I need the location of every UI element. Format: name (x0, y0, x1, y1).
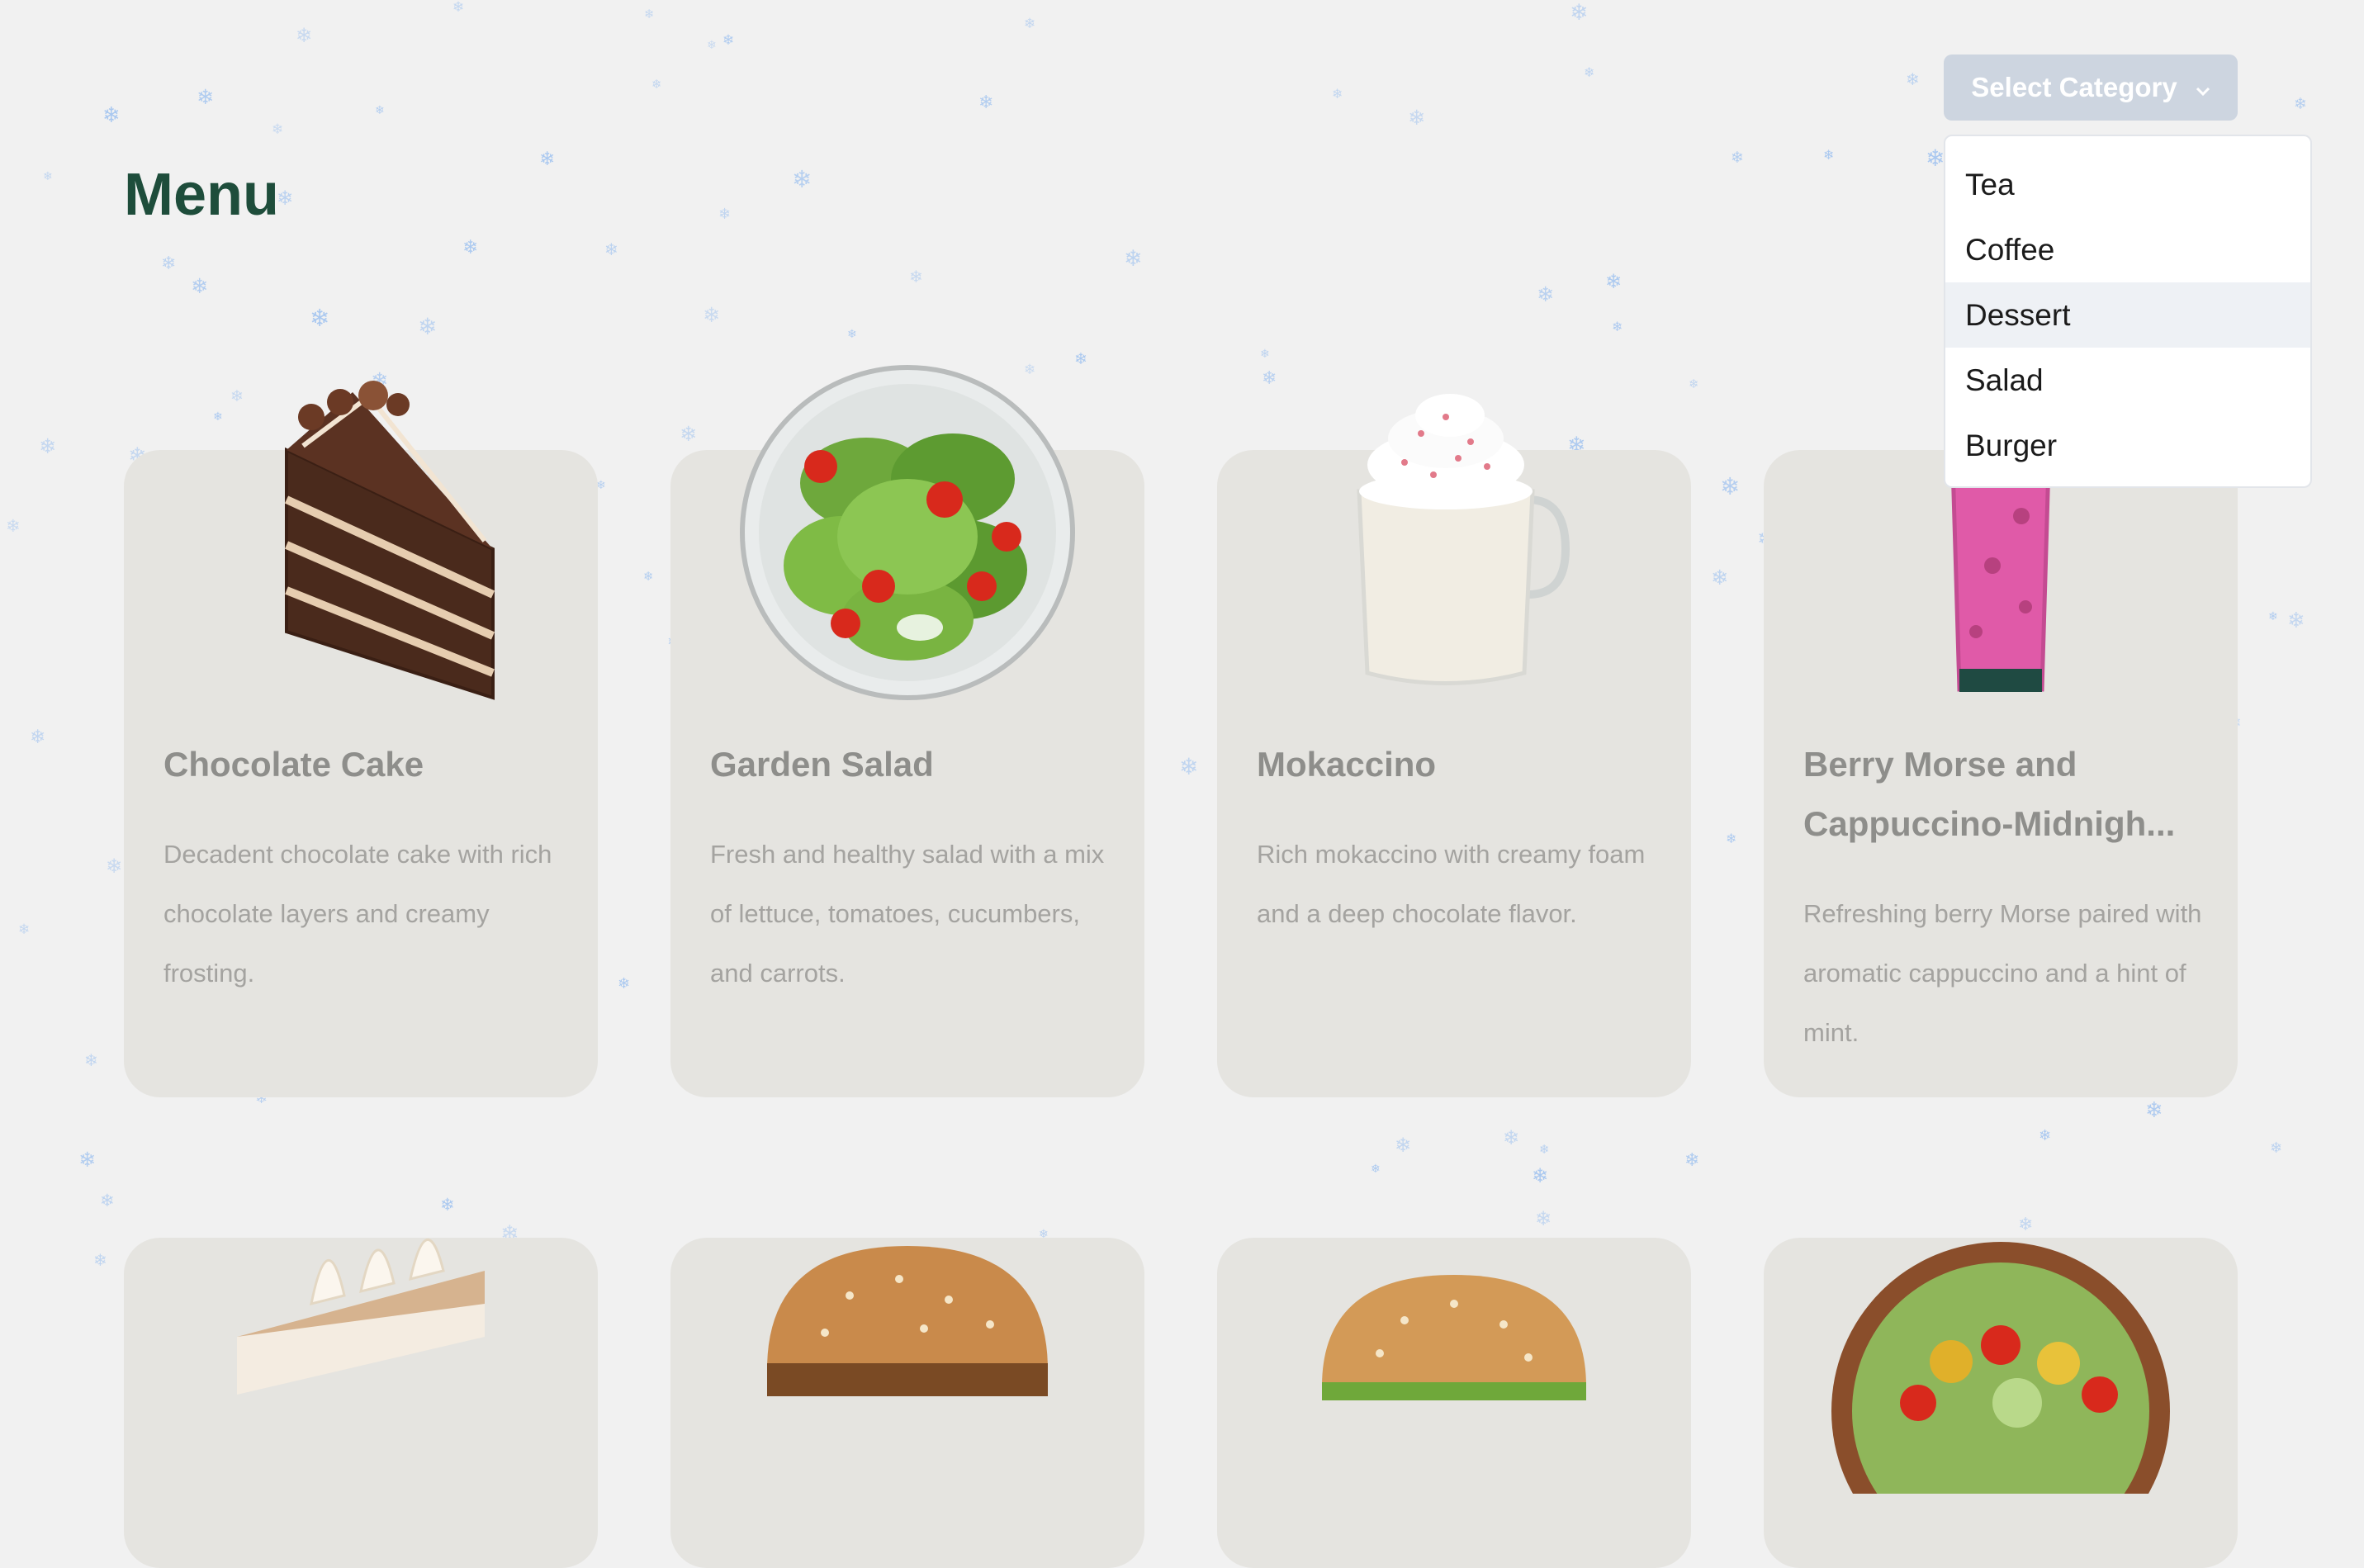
snowflake-icon: ❄ (1823, 147, 1835, 163)
snowflake-icon: ❄ (1537, 282, 1554, 306)
snowflake-icon: ❄ (703, 303, 720, 327)
category-option-dessert[interactable]: Dessert (1945, 282, 2310, 348)
menu-card-garden-salad[interactable]: Garden Salad Fresh and healthy salad wit… (670, 365, 1144, 1097)
snowflake-icon: ❄ (718, 206, 732, 223)
menu-card-mokaccino[interactable]: Mokaccino Rich mokaccino with creamy foa… (1217, 394, 1691, 1097)
snowflake-icon: ❄ (1689, 377, 1699, 391)
snowflake-icon: ❄ (1260, 348, 1270, 361)
snowflake-icon: ❄ (1711, 566, 1728, 590)
snowflake-icon: ❄ (84, 1050, 98, 1070)
snowflake-icon: ❄ (310, 304, 330, 332)
menu-card[interactable] (124, 1238, 598, 1568)
snowflake-icon: ❄ (604, 239, 618, 259)
snowflake-icon: ❄ (100, 1191, 115, 1210)
snowflake-icon: ❄ (1684, 1150, 1700, 1171)
snowflake-icon: ❄ (1926, 144, 1945, 172)
category-option-salad[interactable]: Salad (1945, 348, 2310, 413)
snowflake-icon: ❄ (2145, 1098, 2163, 1123)
snowflake-icon: ❄ (6, 516, 21, 536)
menu-item-description: Decadent chocolate cake with rich chocol… (163, 840, 552, 988)
chevron-down-icon (2196, 72, 2210, 103)
menu-item-description: Rich mokaccino with creamy foam and a de… (1257, 840, 1646, 928)
snowflake-icon: ❄ (909, 267, 923, 287)
snowflake-icon: ❄ (1503, 1126, 1520, 1149)
snowflake-icon: ❄ (452, 0, 465, 16)
snowflake-icon: ❄ (1179, 753, 1199, 780)
snowflake-icon: ❄ (43, 170, 53, 183)
snowflake-icon: ❄ (1024, 16, 1036, 32)
snowflake-icon: ❄ (1262, 368, 1277, 389)
snowflake-icon: ❄ (847, 328, 857, 341)
snowflake-icon: ❄ (1605, 270, 1623, 293)
garden-salad-image (734, 359, 1081, 706)
snowflake-icon: ❄ (1584, 64, 1595, 80)
snowflake-icon: ❄ (978, 92, 994, 113)
snowflake-icon: ❄ (1408, 106, 1425, 130)
snowflake-icon: ❄ (93, 1250, 107, 1270)
snowflake-icon: ❄ (106, 855, 123, 878)
snowflake-icon: ❄ (39, 434, 56, 458)
menu-card[interactable] (670, 1238, 1144, 1568)
snowflake-icon: ❄ (277, 187, 294, 210)
snowflake-icon: ❄ (1720, 472, 1741, 500)
category-option-coffee[interactable]: Coffee (1945, 217, 2310, 282)
snowflake-icon: ❄ (1906, 69, 1920, 89)
snowflake-icon: ❄ (418, 313, 438, 340)
salad-bowl-image (1827, 1147, 2174, 1494)
mokaccino-image (1281, 359, 1627, 706)
snowflake-icon: ❄ (1124, 246, 1143, 272)
menu-card-berry-morse[interactable]: Berry Morse and Cappuccino-Midnigh... Re… (1764, 406, 2238, 1097)
snowflake-icon: ❄ (2294, 95, 2307, 113)
snowflake-icon: ❄ (161, 253, 177, 274)
menu-card-chocolate-cake[interactable]: Chocolate Cake Decadent chocolate cake w… (124, 381, 598, 1097)
snowflake-icon: ❄ (651, 77, 662, 92)
snowflake-icon: ❄ (2268, 610, 2278, 623)
snowflake-icon: ❄ (1731, 149, 1744, 167)
menu-card[interactable] (1764, 1238, 2238, 1568)
select-category-button[interactable]: Select Category (1944, 54, 2238, 121)
menu-item-description: Refreshing berry Morse paired with aroma… (1803, 899, 2202, 1047)
meringue-cake-image (187, 1147, 534, 1494)
snowflake-icon: ❄ (375, 104, 385, 117)
snowflake-icon: ❄ (1570, 0, 1589, 26)
menu-card[interactable] (1217, 1238, 1691, 1568)
snowflake-icon: ❄ (1332, 86, 1343, 102)
snowflake-icon: ❄ (539, 149, 556, 170)
category-option-tea[interactable]: Tea (1945, 152, 2310, 217)
burger-image (1281, 1147, 1627, 1494)
snowflake-icon: ❄ (618, 975, 631, 992)
snowflake-icon: ❄ (1726, 831, 1737, 846)
snowflake-icon: ❄ (2270, 1139, 2283, 1157)
burger-image (734, 1147, 1081, 1494)
snowflake-icon: ❄ (197, 85, 214, 109)
snowflake-icon: ❄ (722, 32, 735, 49)
menu-item-description: Fresh and healthy salad with a mix of le… (710, 840, 1105, 988)
snowflake-icon: ❄ (462, 237, 479, 258)
category-dropdown-menu: Tea Coffee Dessert Salad Burger (1944, 135, 2312, 488)
snowflake-icon: ❄ (2287, 609, 2305, 633)
snowflake-icon: ❄ (18, 921, 31, 938)
menu-item-name: Chocolate Cake (163, 745, 424, 784)
snowflake-icon: ❄ (792, 165, 812, 193)
snowflake-icon: ❄ (102, 103, 121, 128)
menu-item-name: Berry Morse and Cappuccino-Midnigh... (1803, 745, 2176, 843)
snowflake-icon: ❄ (644, 7, 655, 21)
snowflake-icon: ❄ (707, 39, 717, 52)
snowflake-icon: ❄ (680, 422, 697, 446)
snowflake-icon: ❄ (1612, 319, 1623, 334)
menu-item-name: Garden Salad (710, 745, 934, 784)
category-option-burger[interactable]: Burger (1945, 413, 2310, 478)
page-title: Menu (124, 162, 279, 228)
menu-item-name: Mokaccino (1257, 745, 1437, 784)
snowflake-icon: ❄ (30, 727, 46, 748)
snowflake-icon: ❄ (2039, 1127, 2052, 1144)
snowflake-icon: ❄ (643, 569, 654, 584)
snowflake-icon: ❄ (272, 121, 284, 138)
chocolate-cake-image (187, 359, 534, 706)
snowflake-icon: ❄ (78, 1148, 96, 1172)
snowflake-icon: ❄ (296, 24, 313, 47)
snowflake-icon: ❄ (191, 274, 208, 298)
select-category-label: Select Category (1971, 72, 2177, 102)
